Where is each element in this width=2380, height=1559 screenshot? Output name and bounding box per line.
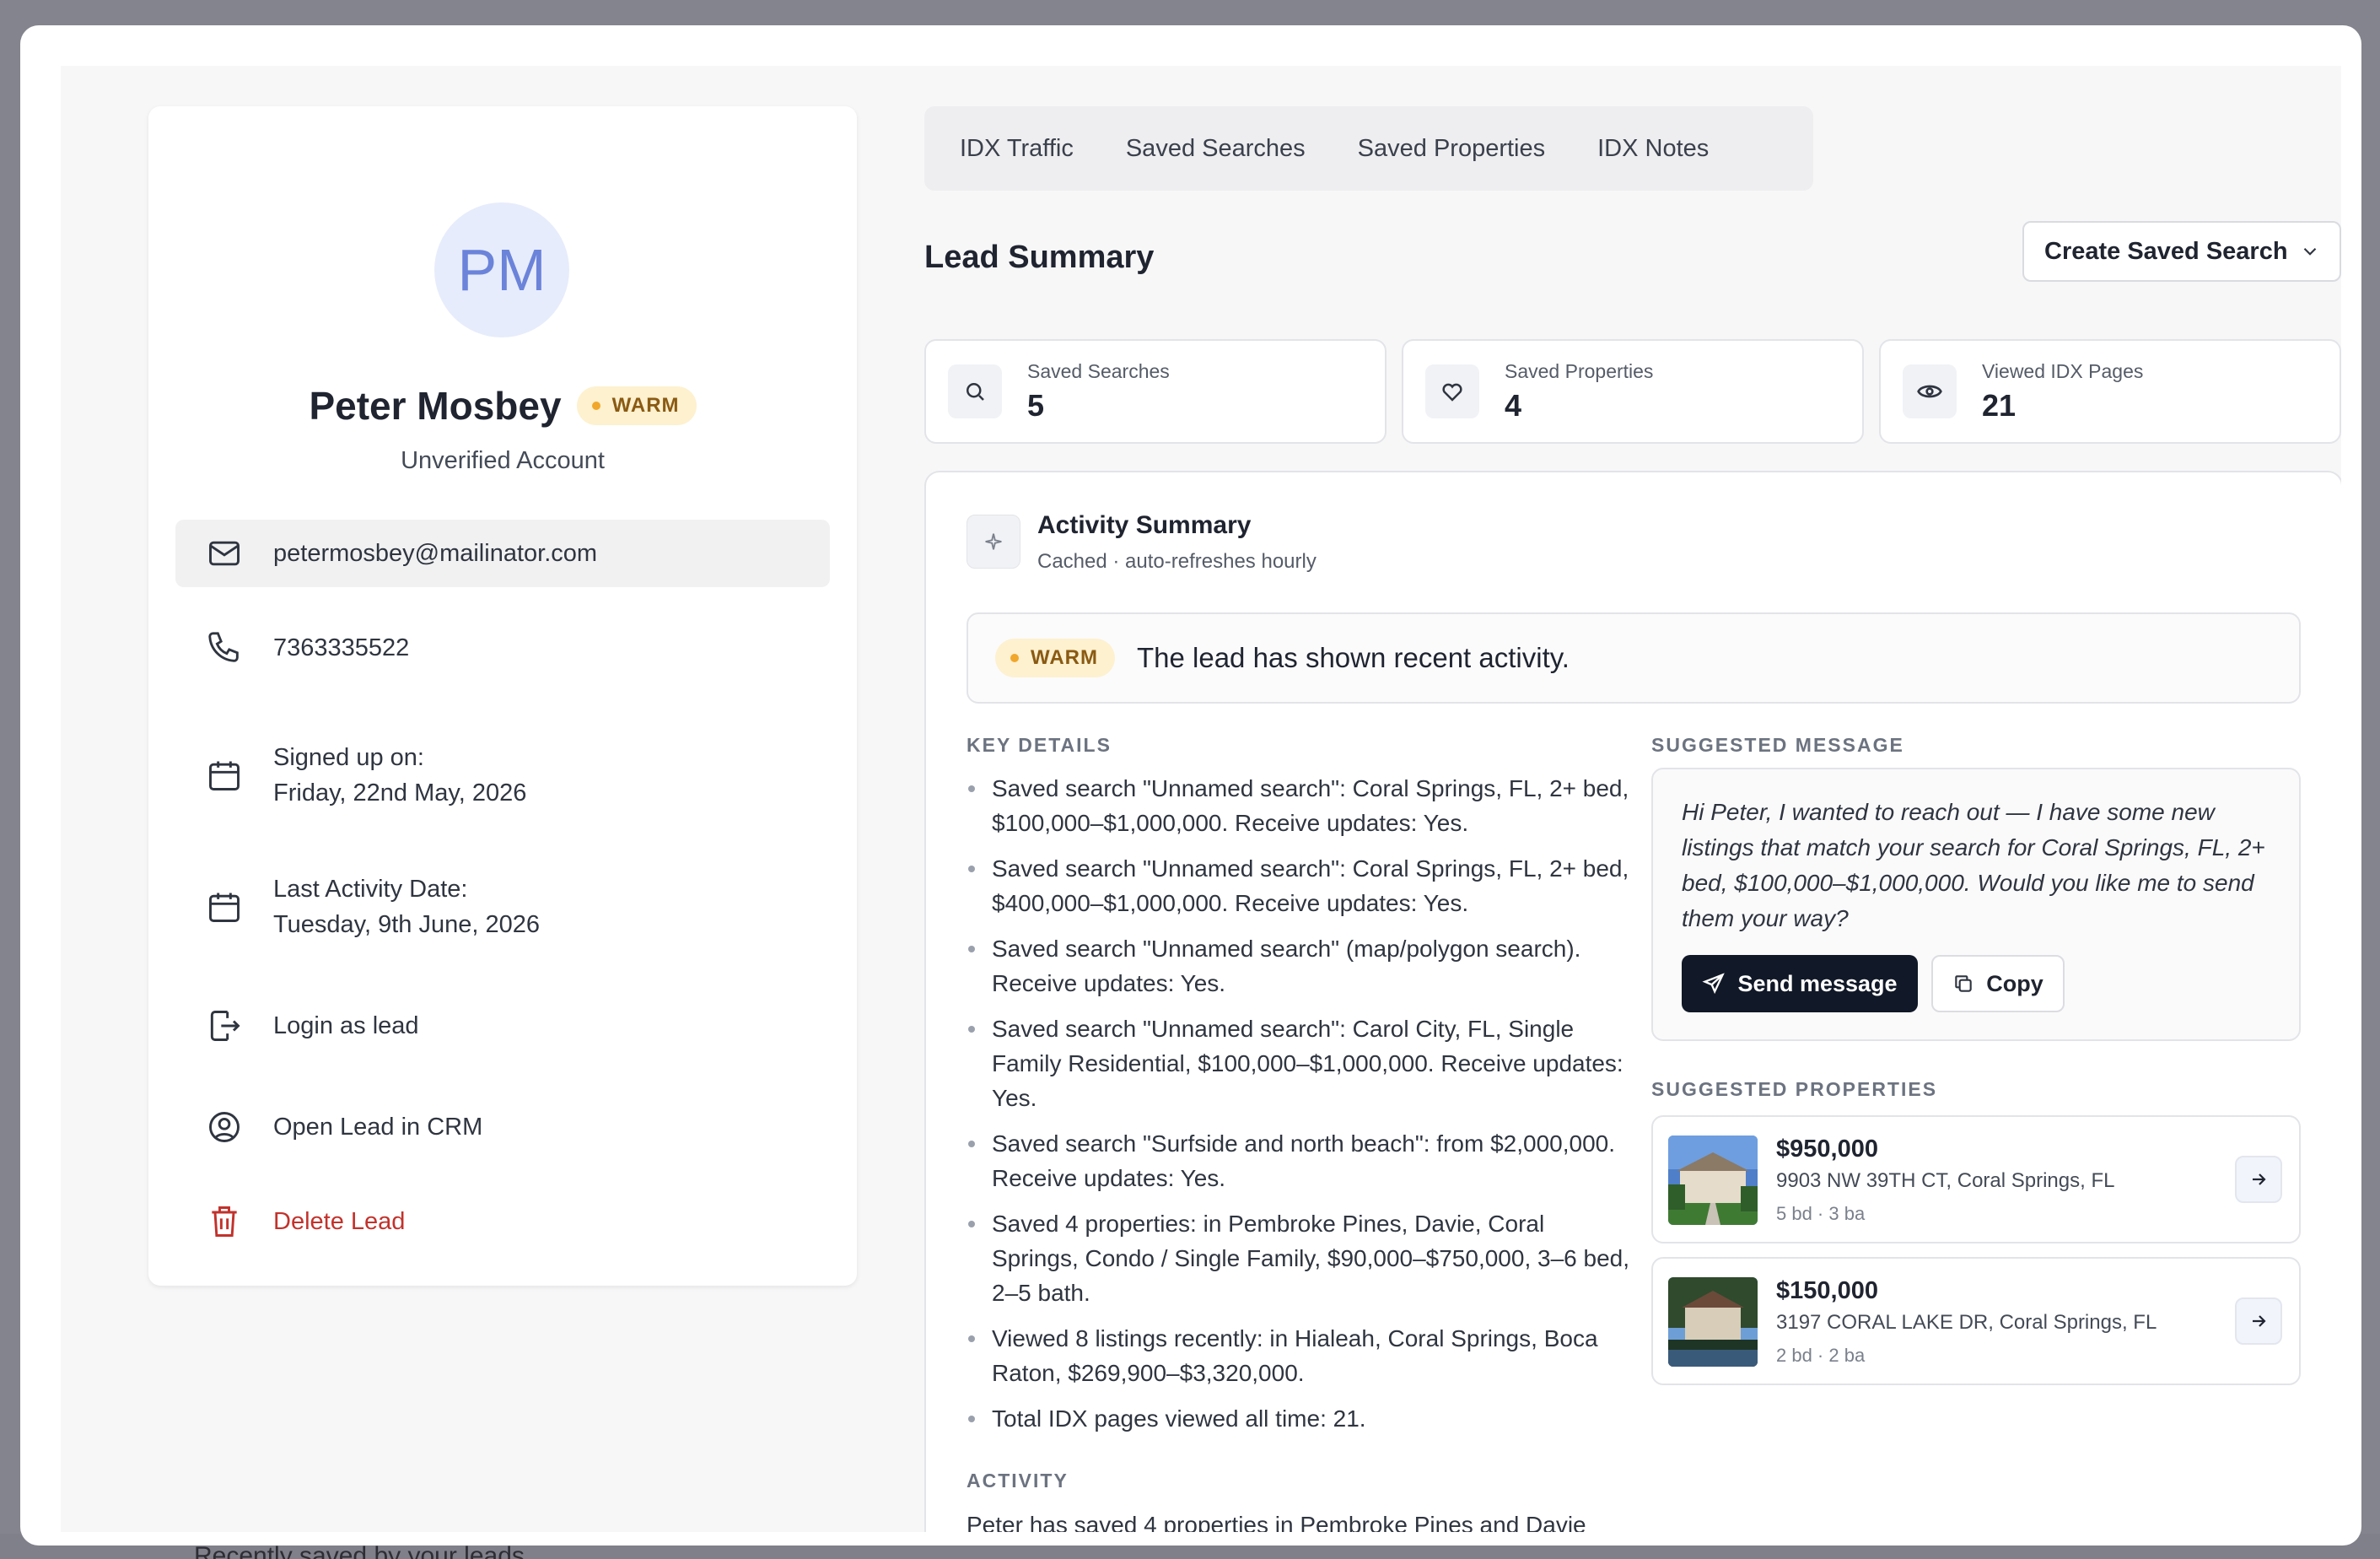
lead-profile-card: PM Peter Mosbey WARM Unverified Account … (148, 106, 857, 1286)
mail-icon (209, 541, 240, 566)
open-in-crm-button[interactable]: Open Lead in CRM (175, 1093, 830, 1161)
property-beds-baths: 5 bd · 3 ba (1776, 1203, 1866, 1224)
suggested-property-card[interactable]: $950,000 9903 NW 39TH CT, Coral Springs,… (1651, 1115, 2301, 1243)
property-photo (1668, 1277, 1758, 1367)
eye-icon (1917, 385, 1942, 398)
status-dot (591, 402, 600, 410)
list-item: Saved search "Unnamed search" (map/polyg… (967, 931, 1633, 1001)
stat-value: 5 (1027, 387, 1045, 423)
property-beds-baths: 2 bd · 2 ba (1776, 1345, 1866, 1366)
search-icon (967, 383, 984, 401)
activity-summary-subtitle: Cached · auto-refreshes hourly (1037, 550, 1317, 573)
stat-card-saved-properties: Saved Properties 4 (1402, 339, 1864, 444)
property-photo (1668, 1136, 1758, 1225)
delete-lead-button[interactable]: Delete Lead (175, 1188, 830, 1255)
list-item: Total IDX pages viewed all time: 21. (967, 1401, 1633, 1436)
create-saved-search-button[interactable]: Create Saved Search (2022, 221, 2341, 282)
suggested-message-text: Hi Peter, I wanted to reach out — I have… (1682, 799, 2265, 931)
arrow-right-icon (2253, 1173, 2266, 1185)
phone-row[interactable]: 7363335522 (175, 614, 830, 682)
property-address: 3197 CORAL LAKE DR, Coral Springs, FL (1776, 1311, 2157, 1334)
open-property-button[interactable] (2235, 1297, 2282, 1345)
copy-button[interactable]: Copy (1931, 955, 2065, 1012)
email-row[interactable]: petermosbey@mailinator.com (175, 520, 830, 587)
stat-card-viewed-idx-pages: Viewed IDX Pages 21 (1879, 339, 2341, 444)
status-badge: WARM (995, 639, 1115, 677)
phone-icon (208, 632, 239, 662)
email-value: petermosbey@mailinator.com (273, 539, 598, 567)
modal-content: PM Peter Mosbey WARM Unverified Account … (61, 66, 2341, 1532)
status-badge-label: WARM (611, 394, 680, 417)
suggested-properties-heading: SUGGESTED PROPERTIES (1651, 1078, 1938, 1100)
activity-summary-card: Activity Summary Cached · auto-refreshes… (924, 471, 2341, 1532)
login-as-lead-button[interactable]: Login as lead (175, 992, 830, 1060)
stat-label: Viewed IDX Pages (1982, 359, 2144, 382)
tab-saved-searches[interactable]: Saved Searches (1107, 135, 1339, 163)
login-label: Login as lead (273, 1011, 419, 1039)
suggested-message-heading: SUGGESTED MESSAGE (1651, 734, 1904, 756)
last-activity-row: Last Activity Date: Tuesday, 9th June, 2… (175, 860, 830, 953)
sparkle-icon (985, 533, 1002, 550)
stat-value: 4 (1505, 387, 1522, 423)
signup-value: Friday, 22nd May, 2026 (273, 780, 527, 806)
stat-label: Saved Searches (1027, 359, 1170, 382)
create-saved-search-label: Create Saved Search (2044, 237, 2288, 265)
property-price: $950,000 (1776, 1136, 1878, 1163)
chevron-down-icon (2303, 247, 2317, 256)
heart-icon (1442, 383, 1462, 402)
last-activity-label: Last Activity Date: (273, 876, 468, 903)
list-item: Viewed 8 listings recently: in Hialeah, … (967, 1321, 1633, 1390)
delete-label: Delete Lead (273, 1207, 406, 1235)
login-icon (210, 1011, 240, 1041)
tab-bar: IDX Traffic Saved Searches Saved Propert… (924, 106, 1813, 191)
key-details-list: Saved search "Unnamed search": Coral Spr… (967, 771, 1633, 1447)
property-price: $150,000 (1776, 1277, 1878, 1304)
activity-heading: ACTIVITY (967, 1470, 1069, 1492)
tab-idx-notes[interactable]: IDX Notes (1579, 135, 1742, 163)
open-property-button[interactable] (2235, 1156, 2282, 1203)
stat-card-saved-searches: Saved Searches 5 (924, 339, 1387, 444)
account-status: Unverified Account (401, 447, 605, 474)
lead-name: Peter Mosbey (309, 384, 562, 428)
lead-detail-modal: PM Peter Mosbey WARM Unverified Account … (20, 25, 2361, 1546)
suggested-message-box: Hi Peter, I wanted to reach out — I have… (1651, 768, 2301, 1041)
calendar-icon (209, 893, 240, 922)
send-icon (1702, 973, 1726, 995)
copy-label: Copy (1986, 970, 2043, 996)
arrow-right-icon (2253, 1315, 2266, 1327)
lead-status-banner: WARM The lead has shown recent activity. (967, 612, 2301, 704)
stat-label: Saved Properties (1505, 359, 1654, 382)
avatar: PM (434, 202, 569, 337)
list-item: Saved search "Unnamed search": Carol Cit… (967, 1011, 1633, 1115)
status-dot (1010, 654, 1019, 662)
tab-idx-traffic[interactable]: IDX Traffic (941, 135, 1107, 163)
activity-text: Peter has saved 4 properties in Pembroke… (967, 1512, 1586, 1532)
copy-icon (1955, 975, 1972, 992)
list-item: Saved search "Unnamed search": Coral Spr… (967, 851, 1633, 920)
tab-saved-properties[interactable]: Saved Properties (1339, 135, 1579, 163)
list-item: Saved search "Surfside and north beach":… (967, 1126, 1633, 1195)
lead-summary-title: Lead Summary (924, 240, 1155, 275)
status-badge: WARM (576, 386, 697, 425)
send-message-label: Send message (1737, 970, 1898, 996)
crm-label: Open Lead in CRM (273, 1113, 483, 1141)
suggested-property-card[interactable]: $150,000 3197 CORAL LAKE DR, Coral Sprin… (1651, 1257, 2301, 1385)
property-address: 9903 NW 39TH CT, Coral Springs, FL (1776, 1169, 2115, 1192)
stat-value: 21 (1982, 387, 2017, 423)
name-row: Peter Mosbey WARM (148, 383, 857, 429)
signup-label: Signed up on: (273, 744, 424, 771)
signup-date-row: Signed up on: Friday, 22nd May, 2026 (175, 729, 830, 822)
key-details-heading: KEY DETAILS (967, 734, 1112, 756)
phone-value: 7363335522 (273, 634, 410, 661)
calendar-icon (209, 761, 240, 790)
user-circle-icon (209, 1112, 240, 1142)
trash-icon (212, 1206, 237, 1237)
list-item: Saved 4 properties: in Pembroke Pines, D… (967, 1206, 1633, 1310)
status-text: The lead has shown recent activity. (1136, 642, 1570, 673)
send-message-button[interactable]: Send message (1682, 955, 1918, 1012)
list-item: Saved search "Unnamed search": Coral Spr… (967, 771, 1633, 840)
activity-summary-title: Activity Summary (1037, 511, 1252, 539)
last-activity-value: Tuesday, 9th June, 2026 (273, 911, 540, 938)
status-badge-label: WARM (1031, 646, 1098, 669)
